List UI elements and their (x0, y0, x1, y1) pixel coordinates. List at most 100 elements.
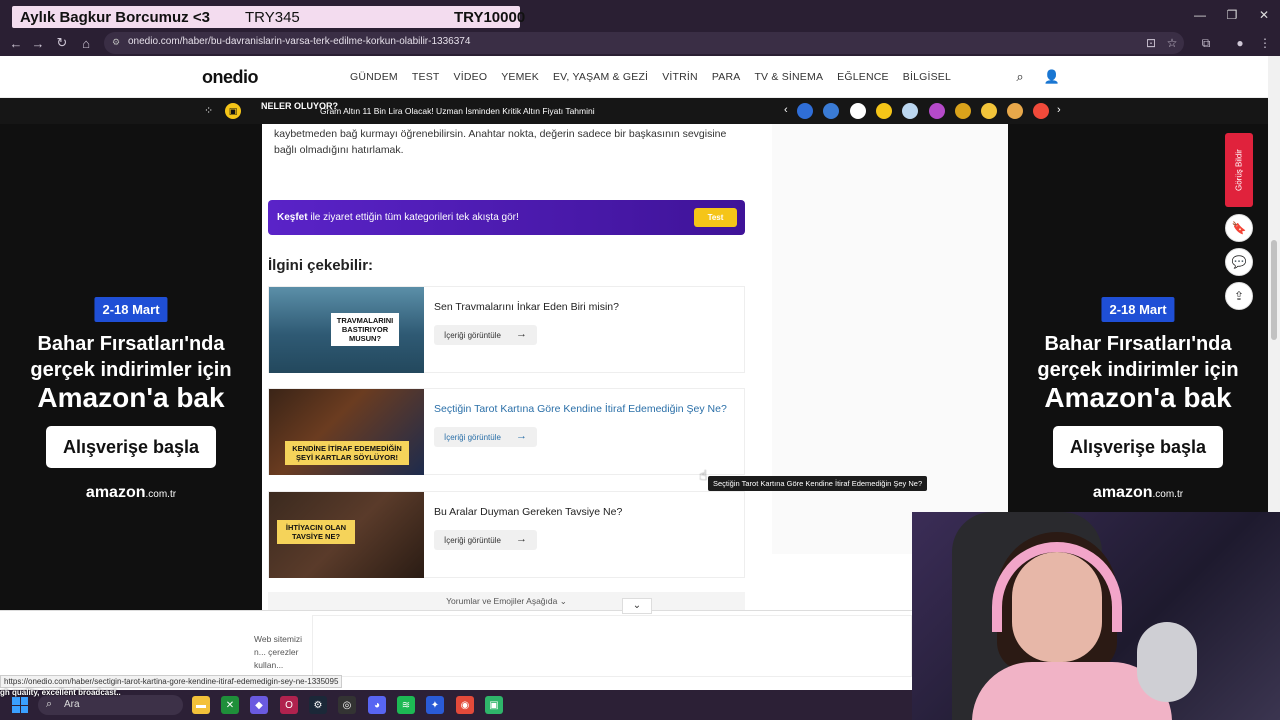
restore-icon[interactable]: ❐ (1216, 0, 1248, 30)
nav-item-video[interactable]: VİDEO (454, 71, 488, 83)
nav-item-yemek[interactable]: YEMEK (501, 71, 539, 83)
site-logo[interactable]: onedio (202, 67, 259, 88)
spotify-icon[interactable]: ≋ (397, 696, 415, 714)
related-card[interactable]: TRAVMALARINI BASTIRIYOR MUSUN? Sen Travm… (268, 286, 745, 373)
category-bubble-icon[interactable] (1033, 103, 1049, 119)
view-content-label: İçeriği görüntüle (444, 432, 501, 442)
main-nav: GÜNDEM TEST VİDEO YEMEK EV, YAŞAM & GEZİ… (350, 71, 965, 83)
card-title[interactable]: Seçtiğin Tarot Kartına Göre Kendine İtir… (434, 403, 727, 415)
file-explorer-icon[interactable]: ▬ (192, 696, 210, 714)
nav-item-ev-yasam-gezi[interactable]: EV, YAŞAM & GEZİ (553, 71, 648, 83)
kesfet-banner[interactable]: Keşfet ile ziyaret ettiğin tüm kategoril… (268, 200, 745, 235)
category-bubble-icon[interactable] (902, 103, 918, 119)
nav-item-gundem[interactable]: GÜNDEM (350, 71, 398, 83)
feedback-button[interactable]: Görüş Bildir (1225, 133, 1253, 207)
card-thumbnail[interactable]: TRAVMALARINI BASTIRIYOR MUSUN? (269, 287, 424, 373)
search-icon[interactable]: ⌕ (1012, 69, 1028, 85)
taskbar-search[interactable]: ⌕ Ara (38, 695, 183, 715)
chevron-left-icon[interactable]: ‹ (784, 104, 788, 116)
view-content-button[interactable]: İçeriği görüntüle → (434, 530, 537, 550)
arrow-right-icon: → (516, 328, 527, 340)
card-thumbnail[interactable]: KENDİNE İTİRAF EDEMEDİĞİN ŞEYİ KARTLAR S… (269, 389, 424, 475)
nav-item-tv-sinema[interactable]: TV & SİNEMA (754, 71, 823, 83)
category-bubble-icon[interactable] (955, 103, 971, 119)
category-bubble-icon[interactable] (823, 103, 839, 119)
app-icon[interactable]: ✦ (426, 696, 444, 714)
nav-item-para[interactable]: PARA (712, 71, 741, 83)
xbox-icon[interactable]: ✕ (221, 696, 239, 714)
category-bubble-icon[interactable] (981, 103, 997, 119)
taskbar-search-label: Ara (64, 699, 80, 710)
windows-start-icon[interactable] (12, 697, 28, 713)
site-info-icon[interactable]: ⚙ (112, 37, 124, 49)
bookmark-icon[interactable]: 🔖 (1225, 214, 1253, 242)
microphone-icon (1137, 622, 1197, 702)
chevron-right-icon[interactable]: › (1057, 104, 1061, 116)
related-card[interactable]: KENDİNE İTİRAF EDEMEDİĞİN ŞEYİ KARTLAR S… (268, 388, 745, 475)
user-icon[interactable]: 👤 (1044, 69, 1060, 85)
view-content-button[interactable]: İçeriği görüntüle → (434, 427, 537, 447)
kesfet-rest: ile ziyaret ettiğin tüm kategorileri tek… (307, 212, 519, 223)
site-header: onedio GÜNDEM TEST VİDEO YEMEK EV, YAŞAM… (0, 56, 1268, 98)
reload-icon[interactable]: ↻ (52, 33, 72, 53)
nav-item-bilgisel[interactable]: BİLGİSEL (903, 71, 951, 83)
category-bubble-icon[interactable] (929, 103, 945, 119)
link-tooltip: Seçtiğin Tarot Kartına Göre Kendine İtir… (708, 476, 928, 491)
card-title[interactable]: Sen Travmalarını İnkar Eden Biri misin? (434, 301, 619, 313)
comments-icon[interactable]: 💬 (1225, 248, 1253, 276)
opera-icon[interactable]: O (280, 696, 298, 714)
card-title[interactable]: Bu Aralar Duyman Gereken Tavsiye Ne? (434, 506, 622, 518)
forward-icon[interactable]: → (28, 33, 48, 53)
status-bar-url: https://onedio.com/haber/sectigin-tarot-… (0, 675, 343, 688)
back-icon[interactable]: ← (6, 33, 26, 53)
stream-overlay-banner: Aylık Bagkur Borcumuz <3 TRY345 TRY10000 (12, 6, 525, 28)
chevron-down-icon: ⌄ (559, 596, 567, 606)
view-content-button[interactable]: İçeriği görüntüle → (434, 325, 537, 345)
categories-grid-icon[interactable]: ⁘ (204, 104, 213, 117)
kesfet-test-button[interactable]: Test (694, 208, 737, 227)
category-bubble-icon[interactable] (797, 103, 813, 119)
chrome-icon[interactable]: ◉ (456, 696, 474, 714)
scrollbar-thumb[interactable] (1271, 240, 1277, 340)
window-controls: — ❐ ✕ (1184, 0, 1280, 30)
thumbnail-caption: TRAVMALARINI BASTIRIYOR MUSUN? (331, 313, 399, 346)
extensions-icon[interactable]: ⧉ (1197, 34, 1215, 52)
kesfet-bold: Keşfet (277, 212, 308, 223)
ad-cta-button[interactable]: Alışverişe başla (1053, 426, 1223, 468)
url-field[interactable]: ⚙ onedio.com/haber/bu-davranislarin-vars… (104, 32, 1184, 54)
article-column: kaybetmeden bağ kurmayı öğrenebilirsin. … (262, 124, 1008, 610)
category-bubble-icon[interactable] (850, 103, 866, 119)
streamer-webcam (912, 512, 1280, 720)
obs-icon[interactable]: ◎ (338, 696, 356, 714)
card-thumbnail[interactable]: İHTİYACIN OLAN TAVSİYE NE? (269, 492, 424, 578)
search-icon: ⌕ (46, 698, 53, 710)
minimize-icon[interactable]: — (1184, 0, 1216, 30)
share-icon[interactable]: ⇪ (1225, 282, 1253, 310)
comments-link[interactable]: Yorumlar ve Emojiler Aşağıda ⌄ (268, 592, 745, 610)
steam-icon[interactable]: ⚙ (309, 696, 327, 714)
discord-icon[interactable]: ◕ (368, 696, 386, 714)
bottom-ad-slot (312, 615, 912, 677)
nav-item-test[interactable]: TEST (412, 71, 440, 83)
menu-dots-icon[interactable]: ⋮ (1256, 34, 1274, 52)
collapse-ad-button[interactable]: ⌄ (622, 598, 652, 614)
category-bubble-icon[interactable] (1007, 103, 1023, 119)
nav-item-vitrin[interactable]: VİTRİN (662, 71, 698, 83)
category-bubble-icon[interactable] (876, 103, 892, 119)
nav-item-eglence[interactable]: EĞLENCE (837, 71, 889, 83)
copilot-icon[interactable]: ◆ (250, 696, 268, 714)
news-icon: ▣ (225, 103, 241, 119)
left-ad-banner[interactable]: 2-18 Mart Bahar Fırsatları'nda gerçek in… (0, 124, 262, 610)
bookmark-star-icon[interactable]: ☆ (1163, 34, 1181, 52)
profile-avatar[interactable]: ● (1231, 34, 1249, 52)
related-heading: İlgini çekebilir: (268, 257, 374, 274)
ad-cta-button[interactable]: Alışverişe başla (46, 426, 216, 468)
home-icon[interactable]: ⌂ (76, 33, 96, 53)
ticker-headline[interactable]: Gram Altın 11 Bin Lira Olacak! Uzman İsm… (320, 106, 595, 116)
close-icon[interactable]: ✕ (1248, 0, 1280, 30)
thumbnail-caption: KENDİNE İTİRAF EDEMEDİĞİN ŞEYİ KARTLAR S… (285, 441, 409, 465)
install-app-icon[interactable]: ⊡ (1142, 34, 1160, 52)
stream-chat-line: gh quality, excellent broadcast.. (0, 688, 121, 697)
app-icon[interactable]: ▣ (485, 696, 503, 714)
related-card[interactable]: İHTİYACIN OLAN TAVSİYE NE? Bu Aralar Duy… (268, 491, 745, 578)
